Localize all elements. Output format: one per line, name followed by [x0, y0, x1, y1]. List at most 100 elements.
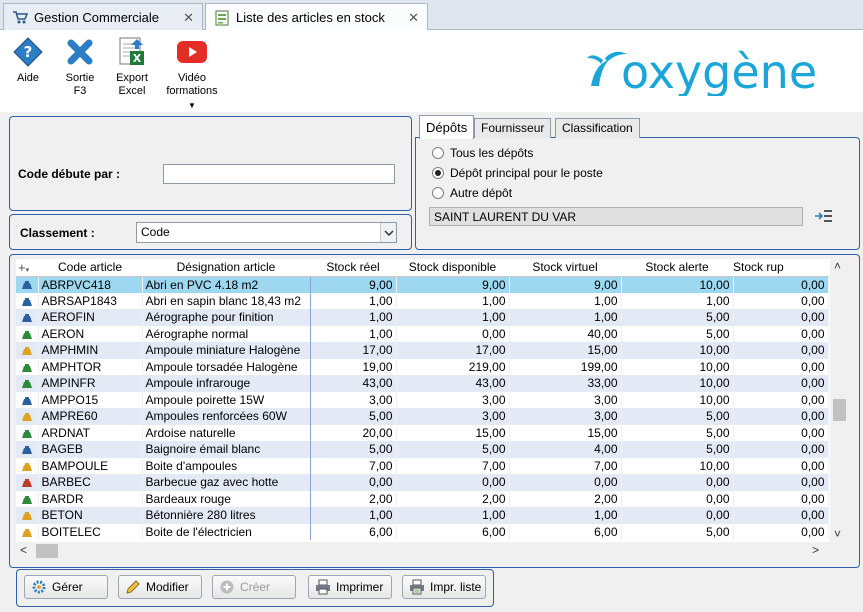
- stock-low-icon: [21, 330, 32, 339]
- cell-dispo: 17,00: [396, 342, 510, 359]
- cell-alerte: 10,00: [621, 358, 734, 375]
- radio-tous-depots[interactable]: Tous les dépôts: [432, 146, 533, 160]
- tab-classification[interactable]: Classification: [555, 118, 640, 138]
- imprimer-button[interactable]: Imprimer: [308, 575, 392, 599]
- radio-depot-principal[interactable]: Dépôt principal pour le poste: [432, 166, 603, 180]
- cell-code: BAMPOULE: [38, 457, 143, 474]
- impr-liste-button[interactable]: Impr. liste: [402, 575, 486, 599]
- gerer-button[interactable]: Gérer: [24, 575, 108, 599]
- column-chooser-icon[interactable]: +▾: [16, 259, 38, 277]
- tab-fournisseur[interactable]: Fournisseur: [474, 118, 552, 138]
- cell-virt: 1,00: [509, 309, 622, 326]
- cell-rup: 0,00: [733, 325, 829, 342]
- table-row[interactable]: AEROFIN Aérographe pour finition 1,00 1,00 1…: [16, 309, 829, 326]
- cell-reel: 17,00: [310, 342, 397, 359]
- export-excel-button[interactable]: X Export Excel: [108, 36, 156, 98]
- column-header-stock-disponible[interactable]: Stock disponible: [396, 259, 509, 277]
- cell-reel: 0,00: [310, 474, 397, 491]
- cell-code: AMPHMIN: [38, 342, 143, 359]
- close-icon[interactable]: ✕: [183, 10, 194, 26]
- scroll-down-icon[interactable]: ˅: [834, 527, 841, 541]
- column-header-stock-reel[interactable]: Stock réel: [310, 259, 396, 277]
- cell-rup: 0,00: [733, 391, 829, 408]
- cell-des: Boite d'ampoules: [141, 457, 311, 474]
- code-starts-with-input[interactable]: [163, 164, 395, 184]
- cell-des: Aérographe normal: [141, 325, 311, 342]
- cell-alerte: 5,00: [621, 408, 734, 425]
- cell-alerte: 5,00: [621, 424, 734, 441]
- excel-icon: X: [119, 37, 144, 65]
- scroll-thumb[interactable]: [833, 399, 846, 421]
- cell-reel: 19,00: [310, 358, 397, 375]
- table-row[interactable]: AMPPO15 Ampoule poirette 15W 3,00 3,00 3,00 1…: [16, 391, 829, 408]
- column-header-stock-alerte[interactable]: Stock alerte: [621, 259, 733, 277]
- table-row[interactable]: ABRSAP1843 Abri en sapin blanc 18,43 m2 1,…: [16, 292, 829, 309]
- cell-dispo: 1,00: [396, 309, 510, 326]
- table-row[interactable]: BAMPOULE Boite d'ampoules 7,00 7,00 7,00 10,0…: [16, 457, 829, 474]
- classement-select[interactable]: Code: [136, 222, 397, 243]
- chevron-down-icon[interactable]: [380, 223, 396, 242]
- tab-liste-articles[interactable]: Liste des articles en stock ✕: [205, 3, 428, 31]
- column-header-designation[interactable]: Désignation article: [142, 259, 310, 277]
- scroll-up-icon[interactable]: ˄: [834, 259, 841, 273]
- svg-text:X: X: [133, 52, 142, 65]
- printer-icon: [316, 579, 330, 595]
- modifier-button[interactable]: Modifier: [118, 575, 202, 599]
- stock-low-icon: [21, 380, 32, 389]
- oxygene-logo: oxygène: [587, 46, 817, 96]
- impr-liste-label: Impr. liste: [430, 580, 482, 594]
- column-header-stock-rupture[interactable]: Stock rup: [733, 259, 828, 277]
- column-header-code[interactable]: Code article: [38, 259, 142, 277]
- table-row[interactable]: ABRPVC418 Abri en PVC 4.18 m2 9,00 9,00 9,00…: [16, 276, 829, 293]
- aide-button[interactable]: ? Aide: [4, 36, 52, 85]
- stock-low-icon: [21, 429, 32, 438]
- tab-depots[interactable]: Dépôts: [419, 115, 475, 139]
- stock-ok-icon: [21, 314, 32, 323]
- cell-reel: 5,00: [310, 441, 397, 458]
- list-document-icon: [215, 10, 229, 25]
- stock-out-icon: [21, 479, 32, 488]
- cell-dispo: 1,00: [396, 507, 510, 524]
- cell-des: Bétonnière 280 litres: [141, 507, 311, 524]
- sortie-label-1: Sortie: [65, 72, 95, 84]
- close-icon[interactable]: ✕: [408, 10, 419, 26]
- table-row[interactable]: BOITELEC Boite de l'électricien 6,00 6,00 6,…: [16, 523, 829, 540]
- creer-label: Créer: [240, 580, 271, 594]
- grid-body: ABRPVC418 Abri en PVC 4.18 m2 9,00 9,00 9,00…: [16, 276, 829, 540]
- scroll-thumb[interactable]: [36, 544, 58, 558]
- tab-gestion-commerciale[interactable]: Gestion Commerciale ✕: [3, 3, 203, 30]
- cell-dispo: 15,00: [396, 424, 510, 441]
- cell-des: Ampoule poirette 15W: [141, 391, 311, 408]
- dropdown-arrow-icon[interactable]: ▼: [160, 99, 224, 112]
- row-status-cell: [16, 325, 39, 342]
- table-row[interactable]: AMPHTOR Ampoule torsadée Halogène 19,00 219…: [16, 358, 829, 375]
- articles-grid[interactable]: +▾ Code article Désignation article Stoc…: [16, 259, 830, 542]
- radio-circle[interactable]: [432, 187, 444, 199]
- gerer-label: Gérer: [52, 580, 83, 594]
- table-row[interactable]: AMPRE60 Ampoules renforcées 60W 5,00 3,00 3,…: [16, 408, 829, 425]
- cell-rup: 0,00: [733, 408, 829, 425]
- creer-button[interactable]: Créer: [212, 575, 296, 599]
- scroll-left-icon[interactable]: <: [20, 543, 27, 557]
- radio-circle[interactable]: [432, 147, 444, 159]
- table-row[interactable]: AMPHMIN Ampoule miniature Halogène 17,00 17…: [16, 342, 829, 359]
- radio-autre-depot[interactable]: Autre dépôt: [432, 186, 512, 200]
- table-row[interactable]: BARDR Bardeaux rouge 2,00 2,00 2,00 0,00 0,00: [16, 490, 829, 507]
- sortie-button[interactable]: Sortie F3: [56, 36, 104, 98]
- radio-circle-selected[interactable]: [432, 167, 444, 179]
- column-header-stock-virtuel[interactable]: Stock virtuel: [509, 259, 621, 277]
- table-row[interactable]: BETON Bétonnière 280 litres 1,00 1,00 1,00 0,…: [16, 507, 829, 524]
- vertical-scrollbar[interactable]: ˄ ˅: [830, 259, 848, 542]
- table-row[interactable]: ARDNAT Ardoise naturelle 20,00 15,00 15,00 5,…: [16, 424, 829, 441]
- horizontal-scrollbar[interactable]: < >: [16, 542, 848, 560]
- video-formations-button[interactable]: Vidéo formations ▼: [160, 36, 224, 112]
- table-row[interactable]: AERON Aérographe normal 1,00 0,00 40,00 5,00 0…: [16, 325, 829, 342]
- table-row[interactable]: BAGEB Baignoire émail blanc 5,00 5,00 4,00 5,…: [16, 441, 829, 458]
- table-row[interactable]: AMPINFR Ampoule infrarouge 43,00 43,00 33,00…: [16, 375, 829, 392]
- cell-virt: 40,00: [509, 325, 622, 342]
- table-row[interactable]: BARBEC Barbecue gaz avec hotte 0,00 0,00 0,0…: [16, 474, 829, 491]
- row-status-cell: [16, 441, 39, 458]
- cell-rup: 0,00: [733, 375, 829, 392]
- depot-picker-icon[interactable]: [814, 208, 834, 224]
- scroll-right-icon[interactable]: >: [812, 543, 819, 557]
